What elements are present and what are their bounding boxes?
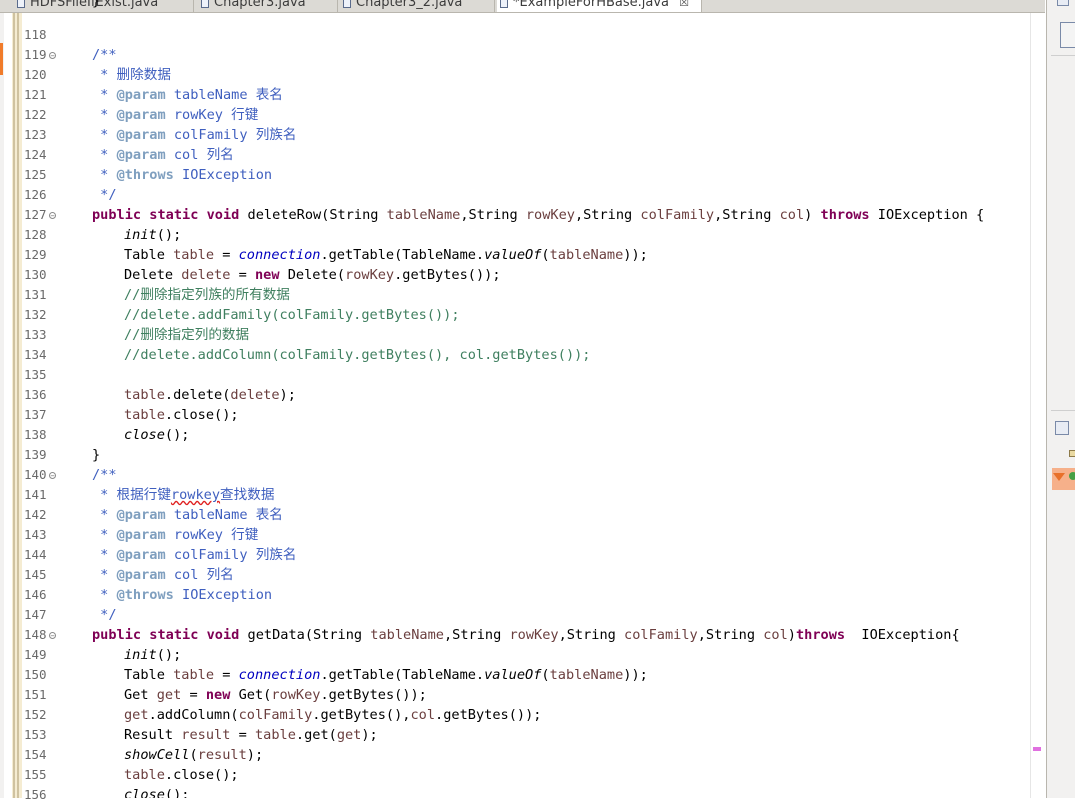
code-line: * 根据行键rowkey查找数据: [92, 487, 275, 503]
line-number: 123: [24, 127, 47, 142]
code-editor[interactable]: } /** * 删除数据 * @param tableName 表名 * @pa…: [62, 0, 1030, 798]
code-line: */: [92, 607, 117, 623]
code-line: table.close();: [124, 407, 239, 423]
line-number: 145: [24, 567, 47, 582]
code-line: get.addColumn(colFamily.getBytes(),col.g…: [124, 707, 542, 723]
line-number: 136: [24, 387, 47, 402]
code-line: //删除指定列族的所有数据: [124, 287, 290, 303]
line-number: 154: [24, 747, 47, 762]
line-number: 130: [24, 267, 47, 282]
fold-toggle-icon[interactable]: −: [49, 212, 56, 220]
code-line: * @throws IOException: [92, 587, 273, 603]
code-line: Get get = new Get(rowKey.getBytes());: [124, 687, 427, 703]
package-icon: [1069, 450, 1075, 457]
code-line: close();: [124, 787, 190, 798]
code-line: * @param col 列名: [92, 147, 234, 163]
code-line: * @throws IOException: [92, 167, 273, 183]
line-number-gutter: 118 119−120 121 122 123 124 125 126 127−128 129 13…: [22, 13, 62, 802]
line-number: 143: [24, 527, 47, 542]
line-number: 132: [24, 307, 47, 322]
code-line: init();: [124, 227, 182, 243]
line-number: 146: [24, 587, 47, 602]
line-number: 149: [24, 647, 47, 662]
java-file-icon: [17, 0, 25, 8]
line-number: 131: [24, 287, 47, 302]
code-line: Table table = connection.getTable(TableN…: [124, 667, 648, 683]
code-line: * 删除数据: [92, 67, 171, 83]
code-line: }: [92, 0, 101, 9]
side-toolbar: [1046, 0, 1075, 798]
code-line: table.delete(delete);: [124, 387, 296, 403]
code-line: table.close();: [124, 767, 239, 783]
line-number: 137: [24, 407, 47, 422]
line-number: 124: [24, 147, 47, 162]
line-number: 147: [24, 607, 47, 622]
line-number: 144: [24, 547, 47, 562]
line-number: 151: [24, 687, 47, 702]
line-number: 135: [24, 367, 47, 382]
line-number: 134: [24, 347, 47, 362]
code-line: * @param rowKey 行键: [92, 107, 259, 123]
line-number: 152: [24, 707, 47, 722]
outline-view-icon[interactable]: [1057, 0, 1069, 6]
code-line: /**: [92, 467, 117, 483]
code-line: //delete.addColumn(colFamily.getBytes(),…: [124, 347, 591, 363]
line-number: 125: [24, 167, 47, 182]
code-line: /**: [92, 47, 117, 63]
code-line: Result result = table.get(get);: [124, 727, 378, 743]
line-number: 121: [24, 87, 47, 102]
code-line: //delete.addFamily(colFamily.getBytes())…: [124, 307, 460, 323]
overview-marker[interactable]: [1033, 747, 1041, 751]
code-line: showCell(result);: [124, 747, 264, 763]
line-number: 138: [24, 427, 47, 442]
fold-toggle-icon[interactable]: −: [49, 472, 56, 480]
line-number: 155: [24, 767, 47, 782]
code-line: * @param tableName 表名: [92, 507, 283, 523]
line-number: 122: [24, 107, 47, 122]
line-number: 128: [24, 227, 47, 242]
line-number: 141: [24, 487, 47, 502]
code-line: * @param colFamily 列族名: [92, 547, 297, 563]
line-number: 142: [24, 507, 47, 522]
line-number: 150: [24, 667, 47, 682]
line-number: 129: [24, 247, 47, 262]
change-marker: [0, 43, 3, 75]
code-line: * @param rowKey 行键: [92, 527, 259, 543]
line-number: 133: [24, 327, 47, 342]
minimize-panel-icon[interactable]: [1060, 22, 1075, 48]
code-line: close();: [124, 427, 190, 443]
code-line: * @param colFamily 列族名: [92, 127, 297, 143]
line-number: 156: [24, 787, 47, 802]
line-number: 118: [24, 27, 47, 42]
code-line: }: [92, 447, 101, 463]
code-line: //删除指定列的数据: [124, 327, 250, 343]
line-number: 126: [24, 187, 47, 202]
code-line: */: [92, 187, 117, 203]
method-icon: [1069, 472, 1075, 480]
code-line: Table table = connection.getTable(TableN…: [124, 247, 648, 263]
fold-toggle-icon[interactable]: −: [49, 632, 56, 640]
left-trim: [0, 13, 4, 798]
line-number: 120: [24, 67, 47, 82]
fold-toggle-icon[interactable]: −: [49, 52, 56, 60]
code-line: public static void deleteRow(String tabl…: [92, 207, 985, 223]
annotation-ruler: [12, 13, 22, 798]
code-line: * @param col 列名: [92, 567, 234, 583]
collapse-triangle-icon[interactable]: [1053, 473, 1065, 481]
line-number: 139: [24, 447, 47, 462]
code-line: public static void getData(String tableN…: [92, 627, 960, 643]
code-line: * @param tableName 表名: [92, 87, 283, 103]
task-list-icon[interactable]: [1055, 421, 1069, 435]
code-line: init();: [124, 647, 182, 663]
code-line: Delete delete = new Delete(rowKey.getByt…: [124, 267, 501, 283]
line-number: 153: [24, 727, 47, 742]
overview-ruler[interactable]: [1030, 13, 1047, 798]
